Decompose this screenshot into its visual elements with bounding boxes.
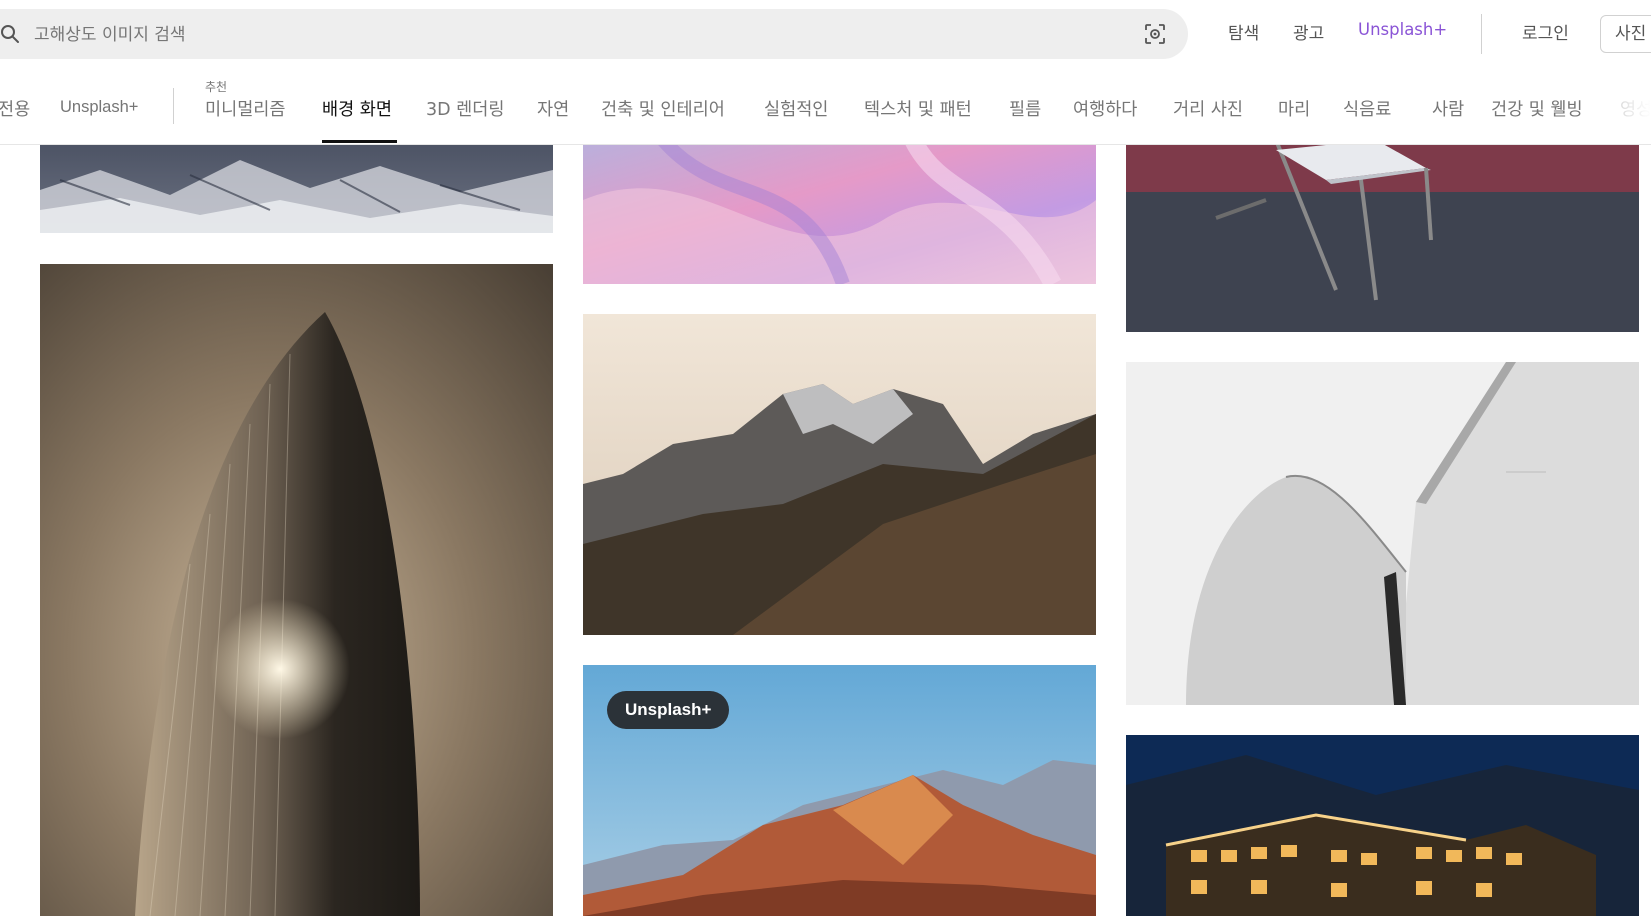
tab-animals[interactable]: 마리 bbox=[1278, 96, 1310, 121]
unsplash-plus-badge: Unsplash+ bbox=[607, 691, 730, 729]
photo-iridescent-swirl-image bbox=[583, 140, 1096, 284]
nav-unsplash-plus[interactable]: Unsplash+ bbox=[1358, 20, 1447, 39]
tab-experimental[interactable]: 실험적인 bbox=[764, 96, 828, 121]
search-input[interactable] bbox=[32, 9, 1076, 61]
featured-label: 추천 bbox=[205, 80, 228, 94]
nav-explore[interactable]: 탐색 bbox=[1228, 19, 1259, 44]
tabs-divider bbox=[173, 88, 174, 124]
search-bar[interactable] bbox=[0, 9, 1188, 61]
tab-wallpapers[interactable]: 배경 화면 bbox=[322, 96, 392, 121]
photo-white-architecture[interactable] bbox=[1126, 362, 1639, 705]
nav-advertise[interactable]: 광고 bbox=[1293, 19, 1324, 44]
tab-3d-renders[interactable]: 3D 렌더링 bbox=[426, 96, 504, 121]
tab-health-wellness[interactable]: 건강 및 웰빙 bbox=[1491, 96, 1583, 121]
header-divider bbox=[1481, 14, 1482, 54]
visual-search-icon[interactable] bbox=[1144, 23, 1166, 45]
tab-unsplash-plus[interactable]: Unsplash+ bbox=[60, 98, 138, 117]
tab-textures-patterns[interactable]: 텍스처 및 패턴 bbox=[864, 96, 972, 121]
tab-editorial-cut[interactable]: 전용 bbox=[0, 96, 30, 121]
nav-login[interactable]: 로그인 bbox=[1522, 19, 1569, 44]
tab-travel[interactable]: 여행하다 bbox=[1073, 96, 1137, 121]
photo-curved-skyscraper-image bbox=[40, 264, 553, 916]
tab-street-photography[interactable]: 거리 사진 bbox=[1173, 96, 1243, 121]
photo-night-chalet[interactable] bbox=[1126, 735, 1639, 916]
top-header: 탐색 광고 Unsplash+ 로그인 사진 bbox=[0, 0, 1651, 62]
tab-film[interactable]: 필름 bbox=[1009, 96, 1041, 121]
photo-deck-chair[interactable] bbox=[1126, 140, 1639, 332]
photo-red-mountains[interactable]: Unsplash+ bbox=[583, 665, 1096, 916]
tab-minimalism[interactable]: 미니멀리즘 bbox=[205, 96, 286, 121]
tabs-fade bbox=[1591, 62, 1651, 144]
photo-night-chalet-image bbox=[1126, 735, 1639, 916]
tab-architecture-interiors[interactable]: 건축 및 인테리어 bbox=[601, 96, 725, 121]
photo-deck-chair-image bbox=[1126, 140, 1639, 332]
active-tab-indicator bbox=[322, 140, 397, 143]
submit-photo-button[interactable]: 사진 bbox=[1600, 15, 1651, 53]
photo-rocky-mountain-image bbox=[583, 314, 1096, 635]
photo-rocky-mountain[interactable] bbox=[583, 314, 1096, 635]
tab-food-drink[interactable]: 식음료 bbox=[1343, 96, 1391, 121]
photo-white-architecture-image bbox=[1126, 362, 1639, 705]
search-icon[interactable] bbox=[0, 24, 20, 44]
topic-tabs: 전용 Unsplash+ 추천 미니멀리즘 배경 화면 3D 렌더링 자연 건축… bbox=[0, 62, 1651, 145]
photo-iridescent-swirl[interactable] bbox=[583, 140, 1096, 284]
tab-people[interactable]: 사람 bbox=[1432, 96, 1464, 121]
tab-nature[interactable]: 자연 bbox=[537, 96, 569, 121]
photo-curved-skyscraper[interactable] bbox=[40, 264, 553, 916]
